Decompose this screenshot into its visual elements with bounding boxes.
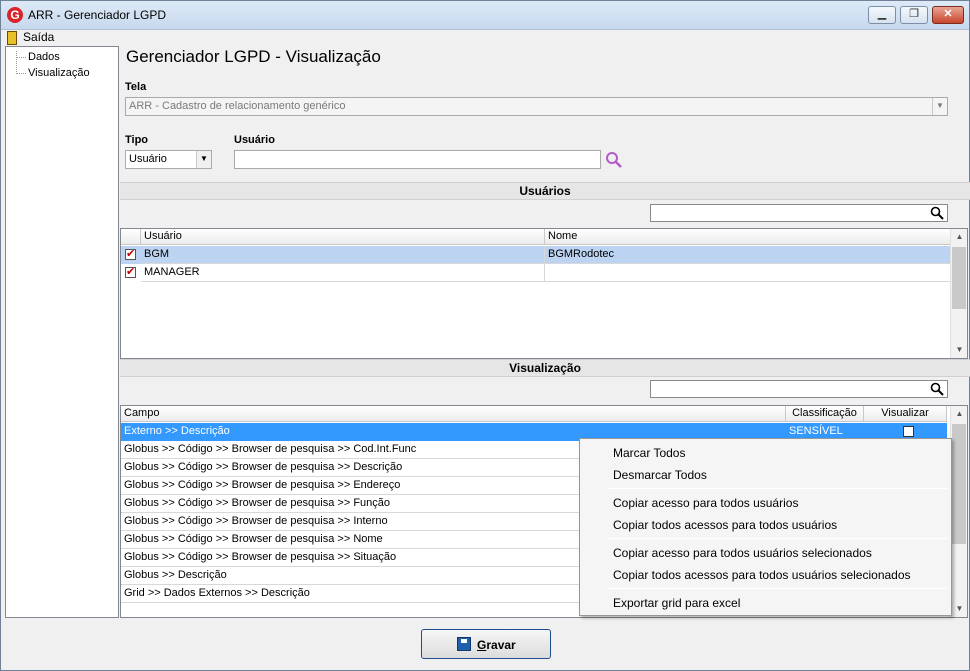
maximize-button[interactable]: ❐ <box>900 6 928 24</box>
menu-item-desmarcar-todos[interactable]: Desmarcar Todos <box>613 468 707 482</box>
scroll-up-icon[interactable]: ▲ <box>951 406 967 422</box>
tree-item-dados[interactable]: Dados <box>28 51 60 63</box>
nav-tree: Dados Visualização <box>5 46 119 618</box>
menu-bar: Saída <box>1 30 969 46</box>
scroll-up-icon[interactable]: ▲ <box>951 229 967 245</box>
tree-connector <box>16 57 26 58</box>
users-section-header: Usuários <box>120 182 970 200</box>
menu-item-copiar-todos-acessos-selecionados[interactable]: Copiar todos acessos para todos usuários… <box>613 568 911 582</box>
users-cell-nome <box>545 264 951 282</box>
scroll-down-icon[interactable]: ▼ <box>951 342 967 358</box>
scrollbar-thumb[interactable] <box>952 424 966 544</box>
view-grid-header-campo[interactable]: Campo <box>121 406 786 422</box>
usuario-label: Usuário <box>234 134 275 146</box>
chevron-down-icon: ▼ <box>196 151 211 168</box>
users-search-input[interactable] <box>650 204 948 222</box>
tela-select[interactable]: ARR - Cadastro de relacionamento genéric… <box>125 97 948 116</box>
page-title: Gerenciador LGPD - Visualização <box>126 47 381 66</box>
app-logo-icon: G <box>7 7 23 23</box>
scroll-down-icon[interactable]: ▼ <box>951 601 967 617</box>
tipo-label: Tipo <box>125 134 149 146</box>
save-mnemonic: G <box>477 638 487 652</box>
search-icon[interactable] <box>930 206 944 220</box>
context-menu: Marcar Todos Desmarcar Todos Copiar aces… <box>579 438 952 616</box>
title-bar: G ARR - Gerenciador LGPD ▁ ❐ ✕ <box>1 1 969 30</box>
users-grid-header-usuario[interactable]: Usuário <box>141 229 545 245</box>
menu-item-exportar-excel[interactable]: Exportar grid para excel <box>613 596 740 610</box>
chevron-down-icon: ▼ <box>932 98 947 115</box>
tree-connector <box>16 51 17 74</box>
save-button-label: Gravar <box>477 638 516 652</box>
tela-label: Tela <box>125 81 147 93</box>
scrollbar-thumb[interactable] <box>952 247 966 309</box>
menu-separator <box>608 538 948 539</box>
table-row[interactable]: MANAGER <box>121 264 951 282</box>
users-grid-scrollbar[interactable]: ▲ ▼ <box>950 229 967 358</box>
menu-separator <box>608 488 948 489</box>
users-grid-check-header[interactable] <box>121 229 141 245</box>
users-cell-usuario: MANAGER <box>141 264 545 282</box>
menu-separator <box>608 588 948 589</box>
view-grid-header-visualizar[interactable]: Visualizar <box>864 406 947 422</box>
usuario-input[interactable] <box>234 150 601 169</box>
menu-item-copiar-acesso-selecionados[interactable]: Copiar acesso para todos usuários seleci… <box>613 546 872 560</box>
tela-select-value: ARR - Cadastro de relacionamento genéric… <box>129 100 346 112</box>
close-button[interactable]: ✕ <box>932 6 964 24</box>
table-row[interactable]: BGM BGMRodotec <box>121 246 951 264</box>
tree-item-visualizacao[interactable]: Visualização <box>28 67 90 79</box>
users-cell-nome: BGMRodotec <box>545 246 951 264</box>
view-search-input[interactable] <box>650 380 948 398</box>
users-cell-usuario: BGM <box>141 246 545 264</box>
menu-exit[interactable]: Saída <box>23 30 54 44</box>
search-icon[interactable] <box>604 151 624 169</box>
menu-item-marcar-todos[interactable]: Marcar Todos <box>613 446 685 460</box>
row-checkbox[interactable] <box>125 265 136 278</box>
tree-connector <box>16 73 26 74</box>
visualizar-checkbox[interactable] <box>903 426 914 437</box>
minimize-button[interactable]: ▁ <box>868 6 896 24</box>
window-title: ARR - Gerenciador LGPD <box>28 8 167 22</box>
row-checkbox[interactable] <box>125 247 136 260</box>
save-label-rest: ravar <box>486 638 516 652</box>
users-grid-header-nome[interactable]: Nome <box>545 229 951 245</box>
save-button[interactable]: Gravar <box>421 629 551 659</box>
users-grid: Usuário Nome BGM BGMRodotec MANAGER ▲ ▼ <box>120 228 968 359</box>
menu-item-copiar-todos-acessos[interactable]: Copiar todos acessos para todos usuários <box>613 518 837 532</box>
tipo-select[interactable]: Usuário ▼ <box>125 150 212 169</box>
view-grid-header-classificacao[interactable]: Classificação <box>786 406 864 422</box>
view-section-header: Visualização <box>120 359 970 377</box>
app-window: G ARR - Gerenciador LGPD ▁ ❐ ✕ Saída Dad… <box>0 0 970 671</box>
menu-item-copiar-acesso-todos[interactable]: Copiar acesso para todos usuários <box>613 496 798 510</box>
floppy-disk-icon <box>457 637 471 651</box>
search-icon[interactable] <box>930 382 944 396</box>
tipo-select-value: Usuário <box>129 153 167 165</box>
exit-door-icon <box>7 31 17 45</box>
view-grid-scrollbar[interactable]: ▲ ▼ <box>950 406 967 617</box>
